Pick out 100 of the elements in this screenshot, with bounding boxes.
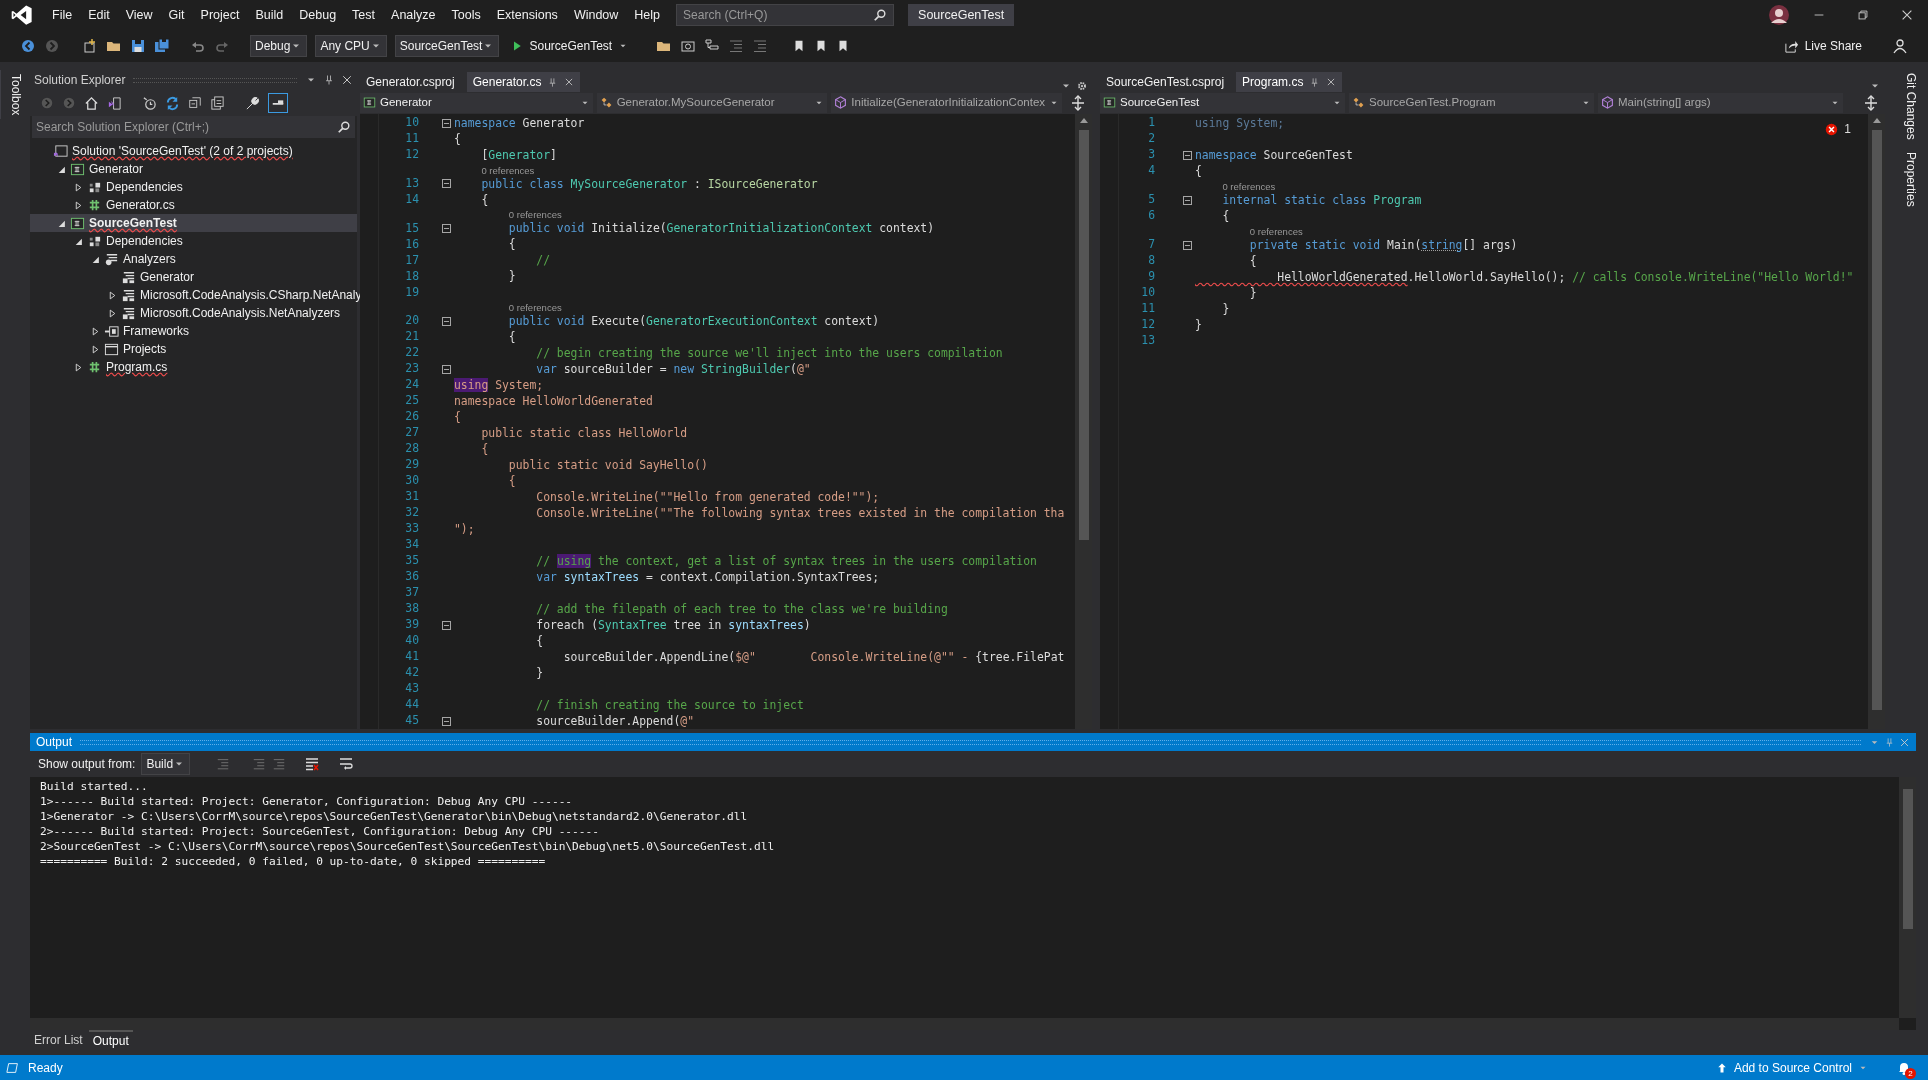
sync-icon[interactable]	[165, 95, 180, 111]
collapsed-arrow-icon[interactable]	[108, 308, 117, 318]
error-icon[interactable]	[1825, 122, 1839, 136]
document-tab[interactable]: Generator.csproj	[360, 72, 461, 92]
collapse-icon[interactable]	[1183, 195, 1192, 205]
scroll-up-icon[interactable]	[1078, 116, 1089, 124]
tree-item[interactable]: Dependencies	[30, 232, 357, 250]
collapsed-arrow-icon[interactable]	[91, 326, 100, 336]
startup-project-dropdown[interactable]: SourceGenTest	[394, 35, 500, 57]
indent-icon[interactable]	[728, 38, 745, 54]
tree-item[interactable]: Frameworks	[30, 322, 357, 340]
tree-item[interactable]: Generator.cs	[30, 196, 357, 214]
collapsed-arrow-icon[interactable]	[74, 200, 83, 210]
save-icon[interactable]	[130, 38, 146, 54]
collapse-icon[interactable]	[442, 179, 451, 189]
menu-item[interactable]: Project	[192, 1, 248, 29]
platform-dropdown[interactable]: Any CPU	[315, 35, 387, 57]
vertical-scrollbar[interactable]	[1899, 777, 1916, 1018]
close-icon[interactable]	[1900, 8, 1914, 22]
menu-item[interactable]: Build	[247, 1, 292, 29]
references-link[interactable]: 0 references	[1249, 226, 1303, 237]
search-box[interactable]: Search (Ctrl+Q)	[676, 4, 895, 26]
tree-item[interactable]: Projects	[30, 340, 357, 358]
run-button[interactable]: SourceGenTest	[507, 35, 633, 57]
history-icon[interactable]	[142, 95, 157, 111]
navigation-dropdown[interactable]: SourceGenTest.Program	[1349, 92, 1594, 113]
collapsed-arrow-icon[interactable]	[74, 182, 83, 192]
live-share-button[interactable]: Live Share	[1779, 37, 1866, 55]
collapse-icon[interactable]	[1183, 150, 1192, 160]
menu-item[interactable]: Test	[344, 1, 384, 29]
word-wrap-icon[interactable]	[338, 756, 355, 772]
menu-item[interactable]: View	[117, 1, 161, 29]
tree-item[interactable]: Dependencies	[30, 178, 357, 196]
output-source-dropdown[interactable]: Build	[141, 753, 191, 775]
search-field[interactable]: Search Solution Explorer (Ctrl+;)	[36, 118, 306, 136]
show-files-icon[interactable]	[210, 95, 225, 111]
home-icon[interactable]	[84, 95, 99, 111]
tree-item[interactable]: Microsoft.CodeAnalysis.NetAnalyzers	[30, 304, 357, 322]
scrollbar-thumb[interactable]	[1871, 130, 1882, 710]
navigation-dropdown[interactable]: SourceGenTest	[1100, 92, 1345, 113]
scrollbar-thumb[interactable]	[1902, 789, 1913, 929]
pin-icon[interactable]	[323, 74, 335, 86]
close-icon[interactable]	[341, 74, 353, 86]
navigation-dropdown[interactable]: Initialize(GeneratorInitializationContex	[831, 92, 1063, 113]
collapse-icon[interactable]	[442, 620, 451, 630]
menu-item[interactable]: Debug	[291, 1, 345, 29]
menu-item[interactable]: Help	[626, 1, 669, 29]
feedback-icon[interactable]	[1892, 38, 1908, 54]
side-tab[interactable]: Git Changes	[1897, 70, 1924, 143]
references-link[interactable]: 0 references	[1222, 181, 1276, 192]
collapsed-arrow-icon[interactable]	[74, 362, 83, 372]
indent-icon[interactable]	[752, 38, 769, 54]
close-icon[interactable]	[1326, 77, 1337, 87]
collapse-icon[interactable]	[442, 118, 451, 128]
document-tab[interactable]: Program.cs	[1236, 72, 1343, 92]
split-editor-icon[interactable]	[1070, 94, 1087, 111]
menu-item[interactable]: File	[44, 1, 81, 29]
navigation-dropdown[interactable]: Generator	[360, 92, 593, 113]
expanded-arrow-icon[interactable]	[57, 218, 66, 228]
split-editor-icon[interactable]	[1863, 94, 1879, 111]
references-link[interactable]: 0 references	[508, 302, 562, 313]
collapse-icon[interactable]	[442, 364, 451, 374]
tree-item[interactable]: SourceGenTest	[30, 214, 357, 232]
search-field[interactable]: Search (Ctrl+Q)	[683, 6, 864, 24]
preview-toggle[interactable]	[268, 93, 288, 113]
scroll-up-icon[interactable]	[1871, 116, 1882, 124]
references-link[interactable]: 0 references	[508, 209, 562, 221]
collapse-icon[interactable]	[442, 316, 451, 326]
menu-item[interactable]: Edit	[80, 1, 118, 29]
new-project-icon[interactable]	[82, 38, 98, 54]
menu-item[interactable]: Window	[565, 1, 627, 29]
close-icon[interactable]	[564, 77, 575, 87]
menu-item[interactable]: Extensions	[488, 1, 566, 29]
collapsed-arrow-icon[interactable]	[108, 290, 117, 300]
expanded-arrow-icon[interactable]	[57, 164, 66, 174]
menu-item[interactable]: Git	[160, 1, 193, 29]
configuration-dropdown[interactable]: Debug	[250, 35, 308, 57]
side-tab[interactable]: Properties	[1897, 148, 1924, 210]
tree-item[interactable]: Generator	[30, 160, 357, 178]
expanded-arrow-icon[interactable]	[74, 236, 83, 246]
panel-tab[interactable]: Error List	[30, 1030, 87, 1050]
search-box[interactable]: Search Solution Explorer (Ctrl+;)	[32, 116, 355, 138]
collapse-all-icon[interactable]	[188, 96, 202, 110]
scrollbar-thumb[interactable]	[1078, 130, 1089, 540]
settings-icon[interactable]	[1076, 80, 1088, 92]
tree-item[interactable]: Program.cs	[30, 358, 357, 376]
restore-icon[interactable]	[1856, 8, 1870, 22]
source-control-button[interactable]: Add to Source Control	[1715, 1058, 1868, 1077]
solution-icon[interactable]	[107, 95, 122, 111]
menu-item[interactable]: Analyze	[383, 1, 444, 29]
clear-all-icon[interactable]	[304, 756, 321, 772]
collapse-icon[interactable]	[442, 716, 451, 726]
collapsed-arrow-icon[interactable]	[91, 344, 100, 354]
tree-item[interactable]: Analyzers	[30, 250, 357, 268]
collapse-icon[interactable]	[1183, 240, 1192, 250]
collapse-icon[interactable]	[442, 223, 451, 233]
tree-item[interactable]: Generator	[30, 268, 357, 286]
properties-icon[interactable]	[245, 95, 260, 111]
panel-tab[interactable]: Output	[88, 1030, 133, 1050]
back-icon[interactable]	[20, 38, 36, 54]
